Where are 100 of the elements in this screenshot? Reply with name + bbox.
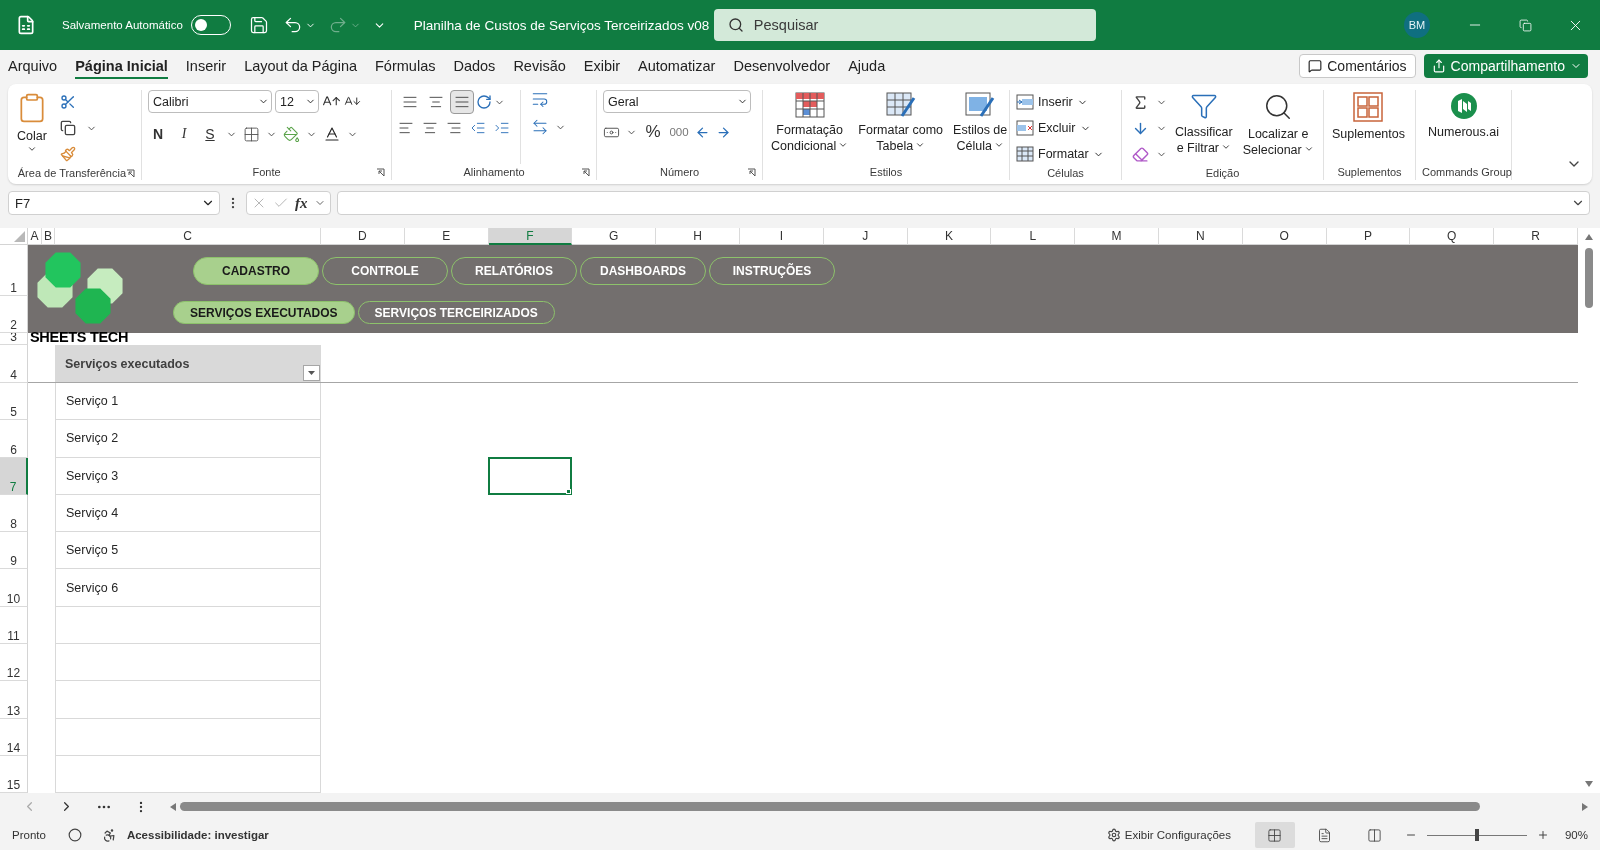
menu-tab[interactable]: Fórmulas xyxy=(375,53,436,79)
row-header[interactable]: 3 xyxy=(0,333,28,345)
settings-icon[interactable] xyxy=(1106,828,1121,842)
view-button[interactable] xyxy=(1254,822,1295,848)
row-header[interactable]: 12 xyxy=(0,644,28,682)
cells-menu-button[interactable]: Formatar xyxy=(1016,142,1104,166)
column-header[interactable]: A xyxy=(28,228,42,245)
column-header[interactable]: O xyxy=(1242,228,1327,245)
column-header[interactable]: R xyxy=(1494,228,1578,245)
font-name-field[interactable]: Calibri xyxy=(148,90,272,113)
restore-icon[interactable] xyxy=(1518,18,1532,32)
column-header[interactable]: Q xyxy=(1410,228,1495,245)
column-header[interactable]: K xyxy=(907,228,992,245)
outdent-icon[interactable] xyxy=(470,120,486,136)
add-ins-button[interactable]: Suplementos xyxy=(1330,90,1407,144)
row-header[interactable]: 4 xyxy=(0,345,28,383)
sort-filter-button[interactable]: Classificar e Filtrar xyxy=(1173,90,1235,158)
align-lines-icon[interactable] xyxy=(450,90,474,114)
font-color-icon[interactable] xyxy=(323,125,341,143)
document-title[interactable]: Planilha de Custos de Serviços Terceirizados v08 xyxy=(413,17,714,33)
accessibility-icon[interactable] xyxy=(101,827,117,843)
cell-selection-outline[interactable] xyxy=(487,456,573,495)
menu-tab[interactable]: Layout da Página xyxy=(244,53,357,79)
numerous-ai-button[interactable]: Numerous.ai xyxy=(1426,90,1501,142)
row-header[interactable]: 6 xyxy=(0,420,28,458)
menu-tab[interactable]: Página Inicial xyxy=(75,53,168,79)
underline-button[interactable]: S xyxy=(200,123,220,145)
italic-button[interactable]: I xyxy=(174,123,194,145)
copy-icon[interactable] xyxy=(60,120,76,136)
thousands-button[interactable]: 000 xyxy=(669,121,689,143)
save-icon[interactable] xyxy=(248,15,269,35)
indent-icon[interactable] xyxy=(494,120,510,136)
menu-tab[interactable]: Dados xyxy=(453,53,496,79)
column-header[interactable]: F xyxy=(488,228,573,245)
nav-button[interactable]: CADASTRO xyxy=(193,257,319,285)
cells-menu-button[interactable]: Inserir xyxy=(1016,90,1104,114)
align-left-icon[interactable] xyxy=(398,120,414,136)
rotate-icon[interactable] xyxy=(476,94,492,110)
row-header[interactable]: 1 xyxy=(0,245,28,296)
column-header[interactable]: E xyxy=(404,228,489,245)
row-header[interactable]: 2 xyxy=(0,296,28,333)
row-header[interactable]: 10 xyxy=(0,569,28,607)
menu-tab[interactable]: Ajuda xyxy=(848,53,886,79)
accessibility-status[interactable]: Acessibilidade: investigar xyxy=(126,829,269,841)
row-header[interactable]: 13 xyxy=(0,681,28,719)
horizontal-scrollbar-thumb[interactable] xyxy=(180,802,1480,811)
display-settings-link[interactable]: Exibir Configurações xyxy=(1124,829,1231,841)
menu-tab[interactable]: Arquivo xyxy=(8,53,58,79)
align-center-icon[interactable] xyxy=(422,120,438,136)
row-header[interactable]: 5 xyxy=(0,383,28,421)
wrap-text-icon[interactable] xyxy=(531,90,549,108)
format-as-table-button[interactable]: Formatar como Tabela xyxy=(856,90,946,156)
bold-button[interactable]: N xyxy=(148,123,168,145)
row-header[interactable]: 9 xyxy=(0,532,28,570)
menu-tab[interactable]: Desenvolvedor xyxy=(733,53,831,79)
scroll-left-icon[interactable] xyxy=(170,802,176,811)
dialog-launcher-icon[interactable] xyxy=(581,167,590,177)
align-right-icon[interactable] xyxy=(446,120,462,136)
macro-record-icon[interactable] xyxy=(67,828,82,842)
formula-input[interactable] xyxy=(336,191,1590,215)
row-header[interactable]: 11 xyxy=(0,606,28,645)
column-header[interactable]: G xyxy=(572,228,657,245)
comments-button[interactable]: Comentários xyxy=(1299,54,1416,78)
zoom-thumb[interactable] xyxy=(1474,829,1479,841)
font-size-field[interactable]: 12 xyxy=(275,90,319,113)
column-header[interactable]: I xyxy=(740,228,824,245)
scissors-icon[interactable] xyxy=(60,94,76,110)
merge-icon[interactable] xyxy=(531,118,549,136)
scroll-up-icon[interactable] xyxy=(1585,234,1593,240)
paintbrush-icon[interactable] xyxy=(60,146,76,162)
row-header[interactable]: 8 xyxy=(0,494,28,533)
menu-tab[interactable]: Automatizar xyxy=(638,53,716,79)
percent-button[interactable]: % xyxy=(643,121,663,143)
column-header[interactable]: L xyxy=(991,228,1076,245)
scroll-down-icon[interactable] xyxy=(1585,781,1593,787)
column-header[interactable]: H xyxy=(656,228,740,245)
fill-color-icon[interactable] xyxy=(283,125,300,143)
conditional-formatting-button[interactable]: Formatação Condicional xyxy=(769,90,851,156)
column-header[interactable]: C xyxy=(55,228,321,245)
menu-tab[interactable]: Exibir xyxy=(583,53,621,79)
menu-tab[interactable]: Inserir xyxy=(185,53,227,79)
arrow-right-icon[interactable] xyxy=(716,124,731,140)
dialog-launcher-icon[interactable] xyxy=(376,167,385,177)
name-box[interactable]: F7 xyxy=(8,191,220,215)
borders-icon[interactable] xyxy=(243,125,260,143)
dialog-launcher-icon[interactable] xyxy=(126,168,135,178)
dialog-launcher-icon[interactable] xyxy=(747,167,756,177)
search-field[interactable]: Pesquisar xyxy=(713,9,1096,41)
find-select-button[interactable]: Localizar e Selecionar xyxy=(1240,90,1316,160)
vertical-scrollbar-thumb[interactable] xyxy=(1585,248,1593,308)
eraser-icon[interactable] xyxy=(1131,145,1149,163)
insert-function-button[interactable]: fx xyxy=(295,194,308,212)
column-header[interactable]: P xyxy=(1326,228,1411,245)
row-header[interactable]: 15 xyxy=(0,755,28,793)
sub-nav-button[interactable]: SERVIÇOS EXECUTADOS xyxy=(173,301,355,324)
number-format-field[interactable]: Geral xyxy=(603,90,751,113)
row-header[interactable]: 7 xyxy=(0,457,28,495)
paste-button[interactable]: Colar xyxy=(14,90,50,156)
cells-menu-button[interactable]: Excluir xyxy=(1016,116,1104,140)
zoom-in-icon[interactable] xyxy=(1536,829,1549,841)
